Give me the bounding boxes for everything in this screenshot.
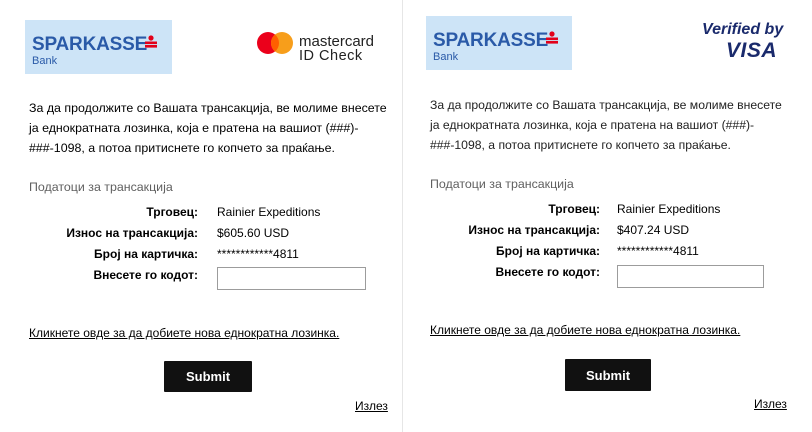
instructions-line-1: За да продолжите со Вашата трансакција, … (430, 98, 782, 112)
bank-sub: Bank (32, 55, 58, 67)
amount-row: Износ на трансакција: (404, 223, 600, 239)
merchant-row: Трговец: (0, 205, 198, 221)
bank-sub: Bank (433, 51, 459, 63)
card-label: Број на картичка: (94, 247, 198, 261)
instructions-line-3: ###-1098, а потоа притиснете го копчето … (430, 138, 731, 152)
code-input[interactable] (617, 265, 764, 288)
new-code-link[interactable]: Кликнете овде за да добиете нова еднокра… (29, 326, 339, 340)
code-row: Внесете го кодот: (404, 265, 600, 281)
submit-button[interactable]: Submit (565, 359, 651, 391)
new-code-link[interactable]: Кликнете овде за да добиете нова еднокра… (430, 323, 740, 337)
merchant-label: Трговец: (146, 205, 198, 219)
sparkasse-logo: SPARKASSE Bank (426, 16, 572, 70)
instructions-line-2: ја еднократната лозинка, која е пратена … (430, 118, 755, 132)
code-input[interactable] (217, 267, 366, 290)
amount-row: Износ на трансакција: (0, 226, 198, 242)
right-panel: SPARKASSE Bank Verified by VISA За да пр… (404, 0, 812, 432)
code-label: Внесете го кодот: (495, 265, 600, 279)
submit-button[interactable]: Submit (164, 361, 252, 392)
instructions-line-2: ја еднократната лозинка, која е пратена … (29, 121, 359, 135)
verified-by-label: Verified by (702, 21, 784, 38)
code-row: Внесете го кодот: (0, 268, 198, 284)
sparkasse-s-icon (145, 35, 157, 48)
merchant-value: Rainier Expeditions (217, 205, 321, 219)
card-row: Број на картичка: (404, 244, 600, 260)
exit-link[interactable]: Излез (355, 399, 388, 413)
merchant-label: Трговец: (548, 202, 600, 216)
instructions-line-3: ###-1098, а потоа притиснете го копчето … (29, 141, 335, 155)
merchant-row: Трговец: (404, 202, 600, 218)
panel-divider (402, 0, 403, 432)
visa-wordmark: VISA (726, 39, 778, 62)
mastercard-icon (257, 32, 293, 54)
exit-link[interactable]: Излез (754, 397, 787, 411)
mastercard-wordmark: mastercard (299, 33, 375, 50)
amount-label: Износ на трансакција: (66, 226, 198, 240)
code-label: Внесете го кодот: (93, 268, 198, 282)
bank-name: SPARKASSE (32, 34, 148, 55)
instructions: За да продолжите со Вашата трансакција, … (430, 95, 805, 155)
instructions-line-1: За да продолжите со Вашата трансакција, … (29, 101, 387, 115)
amount-value: $407.24 USD (617, 223, 690, 237)
card-value: ************4811 (217, 247, 299, 261)
instructions: За да продолжите со Вашата трансакција, … (29, 98, 399, 158)
bank-name: SPARKASSE (433, 30, 549, 51)
sparkasse-s-icon (546, 31, 558, 44)
transaction-details-title: Податоци за трансакција (29, 180, 173, 194)
id-check-label: ID Check (299, 48, 363, 64)
amount-value: $605.60 USD (217, 226, 290, 240)
merchant-value: Rainier Expeditions (617, 202, 721, 216)
transaction-details-title: Податоци за трансакција (430, 177, 574, 191)
sparkasse-logo: SPARKASSE Bank (25, 20, 172, 74)
card-label: Број на картичка: (496, 244, 600, 258)
amount-label: Износ на трансакција: (468, 223, 600, 237)
card-value: ************4811 (617, 244, 699, 258)
left-panel: SPARKASSE Bank mastercard ID Check За да… (0, 0, 402, 432)
card-row: Број на картичка: (0, 247, 198, 263)
